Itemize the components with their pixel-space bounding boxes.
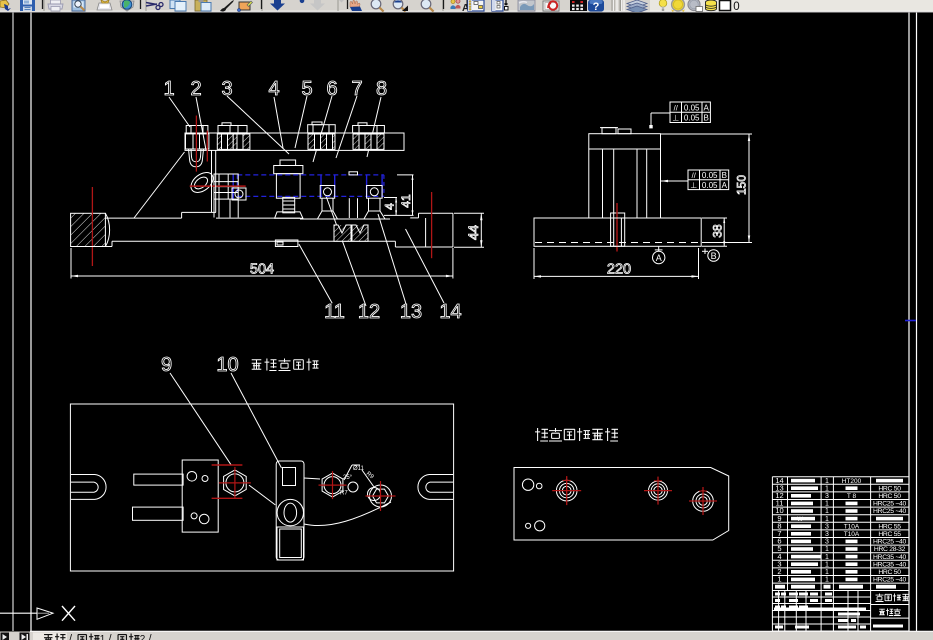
svg-text:A: A — [656, 253, 662, 263]
svg-text:1: 1 — [163, 78, 174, 100]
svg-text:1: 1 — [825, 561, 829, 568]
svg-text:B: B — [722, 171, 727, 180]
svg-text:HRC25 ~40: HRC25 ~40 — [873, 577, 907, 584]
svg-text:R7: R7 — [340, 491, 348, 497]
svg-text:⊥: ⊥ — [690, 181, 697, 190]
svg-text:A: A — [704, 103, 710, 112]
svg-text:T10A: T10A — [844, 531, 860, 538]
svg-text:HRC35 ~40: HRC35 ~40 — [873, 561, 907, 568]
svg-text:T 8: T 8 — [847, 493, 857, 500]
svg-text:1: 1 — [777, 575, 781, 584]
svg-text:0.05: 0.05 — [702, 171, 718, 180]
svg-text:1: 1 — [825, 569, 829, 576]
svg-text:HRC 55: HRC 55 — [878, 531, 901, 538]
svg-text:38: 38 — [711, 224, 725, 238]
svg-text:T10A: T10A — [844, 523, 860, 530]
svg-text:2: 2 — [190, 78, 201, 100]
svg-text:HRC25 ~40: HRC25 ~40 — [873, 501, 907, 508]
svg-text:1: 1 — [825, 485, 829, 492]
svg-text:HRC 50: HRC 50 — [878, 493, 901, 500]
svg-text:1: 1 — [825, 501, 829, 508]
svg-text:41: 41 — [399, 194, 413, 208]
svg-text:4: 4 — [268, 78, 279, 100]
svg-text:⊥: ⊥ — [672, 114, 679, 123]
svg-text:W: W — [797, 517, 803, 523]
svg-text:HRC 50: HRC 50 — [878, 569, 901, 576]
svg-text:11: 11 — [324, 301, 345, 323]
svg-text:HT200: HT200 — [842, 478, 862, 485]
svg-text:150: 150 — [735, 175, 749, 195]
svg-text:3: 3 — [825, 531, 829, 538]
svg-text:3: 3 — [825, 523, 829, 530]
svg-text:504: 504 — [250, 262, 274, 278]
svg-text:14: 14 — [439, 301, 461, 323]
svg-text:HRC 55: HRC 55 — [878, 523, 901, 530]
svg-text:25°: 25° — [343, 475, 353, 481]
svg-text:3: 3 — [221, 78, 232, 100]
svg-text:HRC35 ~40: HRC35 ~40 — [873, 554, 907, 561]
svg-text:1: 1 — [100, 634, 106, 640]
svg-text:0: 0 — [733, 1, 739, 13]
svg-text:0.05: 0.05 — [702, 181, 718, 190]
svg-text:?: ? — [593, 1, 600, 13]
svg-text:B: B — [704, 113, 709, 122]
svg-text:8: 8 — [376, 78, 387, 100]
svg-text:HRC25 ~40: HRC25 ~40 — [873, 508, 907, 515]
svg-text:3: 3 — [825, 539, 829, 546]
svg-text:A: A — [722, 181, 728, 190]
svg-text:HRC25 ~40: HRC25 ~40 — [873, 539, 907, 546]
svg-text:4: 4 — [383, 203, 397, 210]
svg-text:B: B — [711, 251, 717, 261]
svg-text:0.05: 0.05 — [684, 103, 700, 112]
svg-text:2: 2 — [140, 634, 146, 640]
svg-text:13: 13 — [400, 301, 422, 323]
svg-text:HRC 50: HRC 50 — [878, 485, 901, 492]
svg-text:1: 1 — [825, 577, 829, 584]
svg-text:HRC 28-32: HRC 28-32 — [874, 546, 906, 553]
svg-text:9: 9 — [161, 354, 172, 376]
svg-text:1: 1 — [825, 516, 829, 523]
svg-text:1: 1 — [825, 546, 829, 553]
svg-text:1: 1 — [825, 508, 829, 515]
svg-text:220: 220 — [607, 262, 631, 278]
svg-text:1: 1 — [825, 478, 829, 485]
svg-text:44: 44 — [466, 225, 481, 241]
svg-text:0.05: 0.05 — [684, 113, 700, 122]
svg-text:1: 1 — [825, 554, 829, 561]
svg-text:12: 12 — [358, 301, 380, 323]
svg-text:3: 3 — [825, 493, 829, 500]
svg-text:10: 10 — [216, 354, 238, 376]
